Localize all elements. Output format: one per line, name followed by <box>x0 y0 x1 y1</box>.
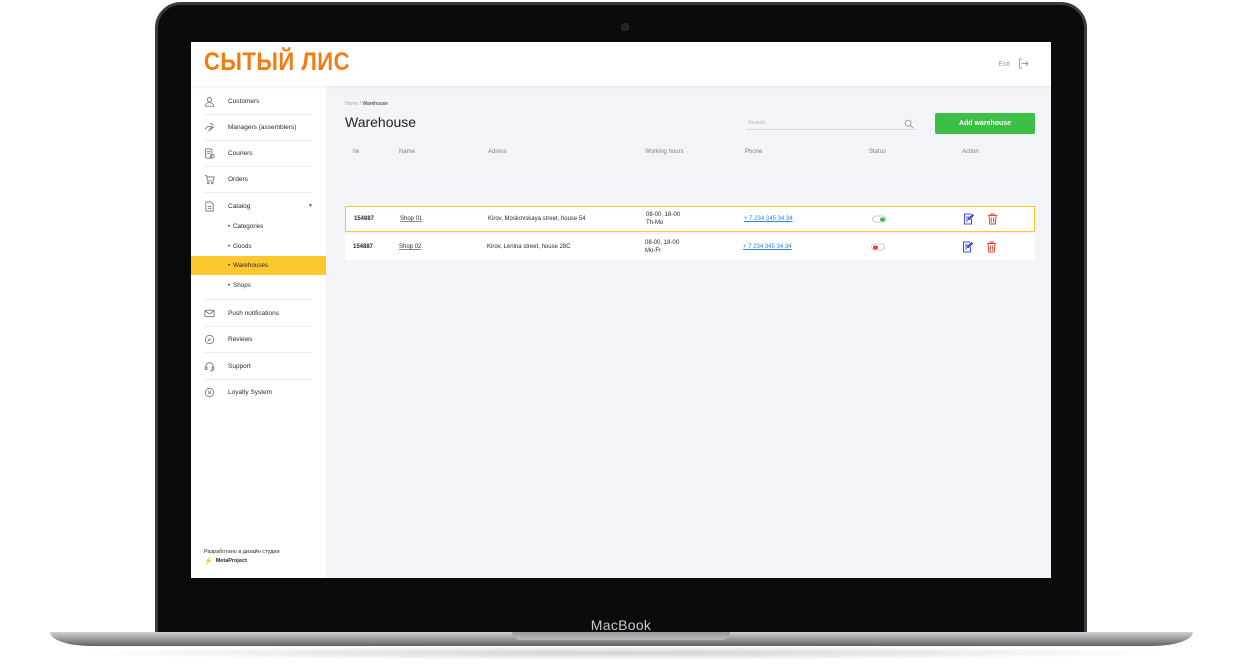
cell-id: 154887 <box>353 244 374 250</box>
sidebar-subitem-categories[interactable]: • Categories <box>191 217 326 236</box>
sidebar-subitem-label: Shops <box>233 282 251 289</box>
cell-phone-link[interactable]: + 7 234 345 34 34 <box>743 243 792 251</box>
studio-credit-text: Разработано в дизайн студии <box>204 549 280 555</box>
brand-logo[interactable]: СЫТЫЙ ЛИС <box>204 47 350 77</box>
sidebar-item-label: Support <box>228 362 251 370</box>
search-icon[interactable] <box>904 116 914 129</box>
sidebar-item-managers[interactable]: Managers (assemblers) <box>191 114 326 140</box>
cell-hours-days: Th-Mo <box>646 220 664 226</box>
bullet-dot: • <box>228 262 231 269</box>
sidebar-subitem-label: Warehouses <box>233 262 269 269</box>
lightning-icon: ⚡ <box>204 558 213 565</box>
mail-icon <box>204 308 215 319</box>
edit-icon[interactable] <box>962 241 973 253</box>
main-content: Home / Warehouse Warehouse Add warehouse… <box>326 86 1051 578</box>
studio-brand-name: MetaProject <box>215 558 247 564</box>
cell-address: Kirov, Lenina street, house 28C <box>487 244 571 250</box>
sidebar-item-catalog[interactable]: Catalog ▼ <box>191 193 326 219</box>
chevron-down-icon: ▼ <box>308 203 313 209</box>
toggle-knob <box>873 245 878 250</box>
column-header-action: Action <box>962 149 979 155</box>
cell-hours-time: 08-00, 18-00 <box>646 212 681 218</box>
sidebar: Customers Managers (assemblers) Couriers… <box>191 86 326 578</box>
column-header-status: Status <box>869 149 887 155</box>
sidebar-item-support[interactable]: Support <box>191 353 326 379</box>
cell-address: Kirov, Moskovskaya street, house 54 <box>488 216 586 222</box>
table-row[interactable]: 154887 Shop 01 Kirov, Moskovskaya street… <box>345 206 1035 232</box>
sidebar-subitem-shops[interactable]: • Shops <box>191 276 326 295</box>
cell-hours: 08-00, 18-00 Mo-Fr <box>645 239 679 255</box>
bullet-dot: • <box>228 282 231 289</box>
sidebar-subitem-label: Categories <box>233 223 264 230</box>
table-header: № Name Adress Working hours Phone Status… <box>345 149 1035 163</box>
delete-icon[interactable] <box>986 241 997 253</box>
search-input[interactable] <box>748 117 898 129</box>
edit-icon[interactable] <box>963 213 974 225</box>
breadcrumb-separator: / <box>359 101 362 107</box>
sidebar-item-customers[interactable]: Customers <box>191 88 326 114</box>
sidebar-subitem-goods[interactable]: • Goods <box>191 237 326 256</box>
column-header-name: Name <box>399 149 416 155</box>
sidebar-item-label: Catalog <box>228 202 251 210</box>
column-header-address: Adress <box>488 149 507 155</box>
bullet-dot: • <box>228 223 231 230</box>
page-title: Warehouse <box>345 114 417 130</box>
cell-name-link[interactable]: Shop 02 <box>399 243 421 251</box>
delete-icon[interactable] <box>987 213 998 225</box>
cell-hours: 08-00, 18-00 Th-Mo <box>646 211 680 227</box>
sidebar-item-loyalty-system[interactable]: Loyalty System <box>191 379 326 405</box>
search-box <box>746 116 916 130</box>
sidebar-item-label: Orders <box>228 175 248 183</box>
camera-dot <box>621 23 629 31</box>
device-label: MacBook <box>590 617 652 633</box>
sidebar-item-push-notifications[interactable]: Push notifications <box>191 300 326 326</box>
sidebar-item-label: Customers <box>228 97 260 105</box>
top-bar: СЫТЫЙ ЛИС Exit <box>191 42 1051 86</box>
exit-button[interactable]: Exit <box>998 58 1029 71</box>
column-header-phone: Phone <box>745 149 763 155</box>
headset-icon <box>204 361 215 372</box>
bullet-dot: • <box>228 243 231 250</box>
column-header-number: № <box>353 149 360 155</box>
sidebar-item-label: Push notifications <box>228 309 279 317</box>
studio-credit: Разработано в дизайн студии ⚡ MetaProjec… <box>204 548 280 566</box>
sidebar-item-label: Couriers <box>228 149 253 157</box>
sidebar-item-reviews[interactable]: Reviews <box>191 326 326 352</box>
table-row[interactable]: 154887 Shop 02 Kirov, Lenina street, hou… <box>345 234 1035 260</box>
sidebar-item-label: Reviews <box>228 335 253 343</box>
sidebar-subitem-warehouses[interactable]: • Warehouses <box>191 256 326 275</box>
status-toggle-on[interactable] <box>872 215 886 223</box>
studio-brand-link[interactable]: ⚡ MetaProject <box>204 557 280 566</box>
sidebar-item-orders[interactable]: Orders <box>191 166 326 192</box>
document-icon <box>204 201 215 212</box>
sidebar-item-couriers[interactable]: Couriers <box>191 140 326 166</box>
laptop-base-notch <box>512 632 730 640</box>
cell-phone-link[interactable]: + 7 234 345 34 34 <box>744 215 793 223</box>
laptop-shadow <box>60 646 1183 660</box>
add-warehouse-button[interactable]: Add warehouse <box>935 113 1035 134</box>
breadcrumb: Home / Warehouse <box>345 101 388 107</box>
badge-icon <box>204 387 215 398</box>
courier-icon <box>204 148 215 159</box>
hand-icon <box>204 122 215 133</box>
status-toggle-off[interactable] <box>871 243 885 251</box>
cell-hours-days: Mo-Fr <box>645 248 661 254</box>
breadcrumb-home[interactable]: Home <box>345 101 358 107</box>
breadcrumb-current: Warehouse <box>362 101 388 107</box>
cell-hours-time: 08-00, 18-00 <box>645 240 680 246</box>
cell-name-link[interactable]: Shop 01 <box>400 215 422 223</box>
sidebar-item-label: Loyalty System <box>228 388 273 396</box>
cell-id: 154887 <box>354 216 375 222</box>
exit-label: Exit <box>998 61 1010 68</box>
user-icon <box>204 96 215 107</box>
column-header-working-hours: Working hours <box>645 149 684 155</box>
sidebar-subitem-label: Goods <box>233 243 252 250</box>
logout-icon <box>1018 58 1029 71</box>
toggle-knob <box>880 217 885 222</box>
sidebar-item-label: Managers (assemblers) <box>228 123 297 131</box>
app-screen: СЫТЫЙ ЛИС Exit Customers Managers (assem… <box>191 42 1051 578</box>
cart-icon <box>204 174 215 185</box>
chat-icon <box>204 334 215 345</box>
